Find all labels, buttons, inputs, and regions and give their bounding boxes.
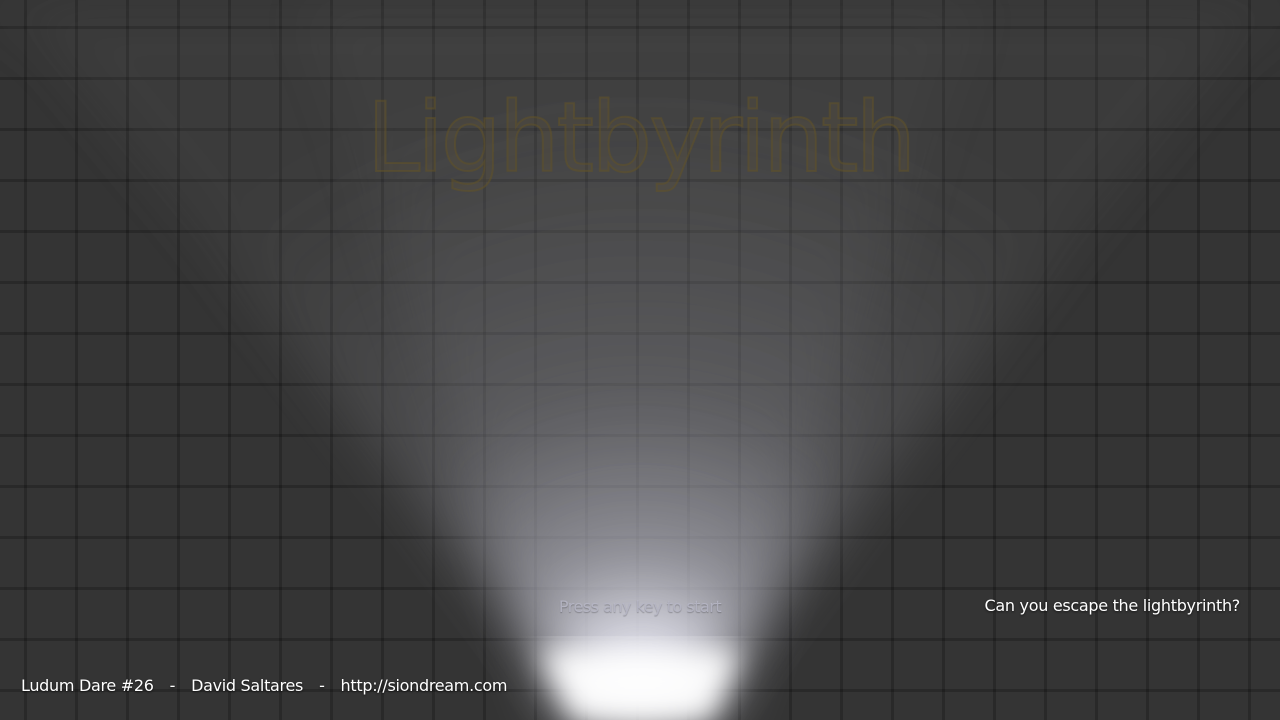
separator: - [319,676,325,695]
website-link[interactable]: http://siondream.com [341,676,508,695]
credits-footer: Ludum Dare #26- David Saltares - http://sio… [21,676,507,695]
event-name: Ludum Dare #26 [21,676,154,695]
game-title: Lightbyrinth [366,82,918,194]
title-screen[interactable]: Lightbyrinth Press any key to start Can … [0,0,1280,720]
author-name: David Saltares [191,676,304,695]
separator: - [169,676,176,695]
tagline: Can you escape the lightbyrinth? [984,596,1241,615]
